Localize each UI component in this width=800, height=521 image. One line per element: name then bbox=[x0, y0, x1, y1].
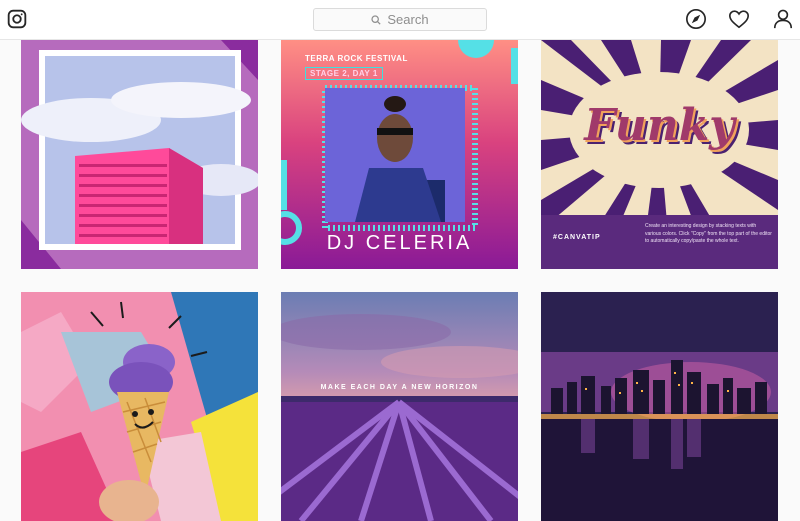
post-tile[interactable]: MAKE EACH DAY A NEW HORIZON bbox=[281, 292, 518, 521]
post-image-pink-building bbox=[21, 40, 258, 269]
post-tile[interactable]: TERRA ROCK FESTIVAL STAGE 2, DAY 1 DJ CE… bbox=[281, 40, 518, 269]
post-grid: TERRA ROCK FESTIVAL STAGE 2, DAY 1 DJ CE… bbox=[0, 40, 800, 521]
funky-headline: Funky bbox=[584, 100, 735, 151]
heart-icon[interactable] bbox=[728, 8, 750, 30]
post-image-lavender-field bbox=[281, 314, 518, 521]
stage-badge: STAGE 2, DAY 1 bbox=[305, 67, 383, 80]
canva-tip-tag: #CANVATIP bbox=[553, 234, 601, 241]
post-image-ice-cream bbox=[21, 292, 258, 521]
post-tile[interactable] bbox=[541, 292, 778, 521]
compass-icon[interactable] bbox=[685, 8, 707, 30]
tip-description: Create an interesting design by stacking… bbox=[645, 223, 772, 244]
post-tile[interactable] bbox=[21, 292, 258, 521]
search-placeholder: Search bbox=[387, 12, 429, 27]
artist-name: DJ CELERIA bbox=[326, 232, 473, 254]
festival-title: TERRA ROCK FESTIVAL bbox=[305, 54, 408, 63]
post-image-city-skyline bbox=[541, 292, 778, 521]
post-tile[interactable]: Funky #CANVATIP Create an interesting de… bbox=[541, 40, 778, 269]
tip-bar: #CANVATIP Create an interesting design b… bbox=[541, 215, 778, 269]
post-caption: MAKE EACH DAY A NEW HORIZON bbox=[320, 384, 479, 391]
instagram-icon[interactable] bbox=[7, 9, 27, 29]
post-tile[interactable] bbox=[21, 40, 258, 269]
person-icon[interactable] bbox=[772, 8, 794, 30]
search-input[interactable]: Search bbox=[313, 8, 487, 31]
search-icon bbox=[371, 14, 381, 25]
top-navigation-bar: Search bbox=[0, 0, 800, 40]
